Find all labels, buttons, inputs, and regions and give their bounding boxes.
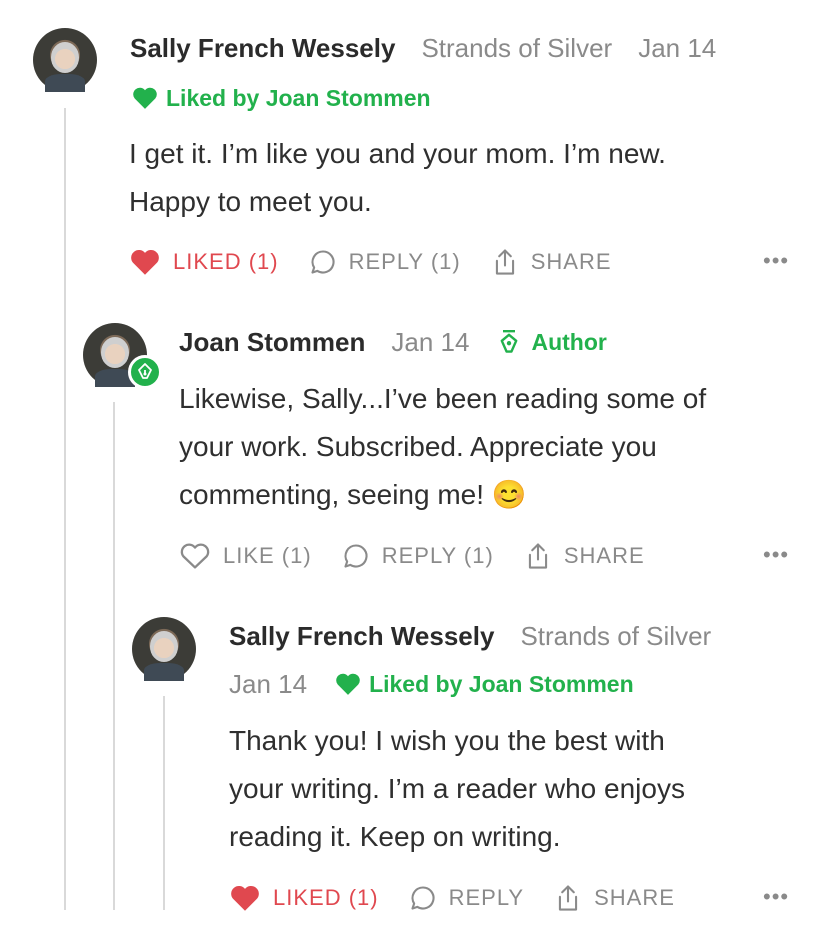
- liked-by-text: Liked by Joan Stommen: [166, 84, 431, 111]
- author-badge: [128, 355, 162, 389]
- avatar[interactable]: [33, 28, 97, 92]
- like-label: LIKED (1): [173, 249, 279, 274]
- comment-text-line: commenting, seeing me! 😊: [179, 479, 527, 510]
- comment-text-line: your work. Subscribed. Appreciate you: [179, 431, 657, 462]
- thread-line-level-2: [113, 402, 115, 910]
- reply-button[interactable]: REPLY: [409, 884, 525, 912]
- share-label: SHARE: [594, 885, 675, 910]
- share-icon: [528, 543, 547, 569]
- heart-icon: [336, 673, 360, 695]
- more-options-button[interactable]: •••: [763, 542, 789, 568]
- comment-text-line: your writing. I’m a reader who enjoys: [229, 773, 685, 804]
- comment-actions: LIKE (1) REPLY (1) SHARE: [179, 538, 645, 574]
- comment-actions: LIKED (1) REPLY SHARE: [229, 880, 675, 916]
- comment-date[interactable]: Jan 14: [638, 33, 716, 64]
- comment-author[interactable]: Sally French Wessely: [229, 621, 494, 652]
- author-tag-label: Author: [531, 328, 607, 355]
- reply-button[interactable]: REPLY (1): [309, 248, 461, 276]
- pen-nib-icon: [138, 363, 152, 379]
- share-label: SHARE: [563, 543, 645, 568]
- heart-icon: [133, 87, 157, 109]
- share-label: SHARE: [530, 249, 612, 274]
- publication-name[interactable]: Strands of Silver: [520, 621, 711, 652]
- comment-author[interactable]: Sally French Wessely: [130, 33, 395, 64]
- comment-actions: LIKED (1) REPLY (1) SHARE: [129, 244, 612, 280]
- liked-by-badge: Liked by Joan Stommen: [132, 84, 431, 112]
- speech-bubble-icon: [344, 544, 368, 568]
- share-button[interactable]: SHARE: [554, 883, 675, 913]
- author-tag: Author: [499, 328, 607, 356]
- heart-outline-icon: [180, 543, 210, 569]
- pen-nib-icon: [501, 330, 518, 353]
- speech-bubble-icon: [311, 250, 335, 274]
- reply-button[interactable]: REPLY (1): [342, 542, 494, 570]
- comment-body: Thank you! I wish you the best with your…: [229, 717, 685, 861]
- share-icon: [558, 885, 578, 911]
- liked-by-text: Liked by Joan Stommen: [369, 670, 634, 697]
- comment-text-line: Likewise, Sally...I’ve been reading some…: [179, 383, 707, 414]
- heart-filled-icon: [231, 885, 259, 911]
- comment-date[interactable]: Jan 14: [229, 669, 307, 700]
- comment-text-line: Thank you! I wish you the best with: [229, 725, 665, 756]
- comment-header: Sally French Wessely Strands of Silver J…: [130, 30, 716, 66]
- comment-body: I get it. I’m like you and your mom. I’m…: [129, 130, 666, 226]
- comment-body: Likewise, Sally...I’ve been reading some…: [179, 375, 706, 519]
- more-options-button[interactable]: •••: [763, 248, 789, 274]
- publication-name[interactable]: Strands of Silver: [421, 33, 612, 64]
- comment-date[interactable]: Jan 14: [391, 327, 469, 358]
- reply-label: REPLY: [448, 885, 525, 910]
- comment-text-line: reading it. Keep on writing.: [229, 821, 561, 852]
- like-button[interactable]: LIKE (1): [179, 542, 312, 570]
- like-button[interactable]: LIKED (1): [129, 248, 279, 276]
- comment-header: Joan Stommen Jan 14 Author: [179, 324, 607, 360]
- share-button[interactable]: SHARE: [524, 541, 645, 571]
- comment-author[interactable]: Joan Stommen: [179, 327, 365, 358]
- comment-header: Sally French Wessely Strands of Silver: [229, 618, 711, 654]
- comment-meta-row: Jan 14 Liked by Joan Stommen: [229, 666, 634, 702]
- share-icon: [495, 249, 514, 275]
- heart-filled-icon: [131, 249, 159, 275]
- reply-label: REPLY (1): [348, 249, 461, 274]
- comment-text-line: Happy to meet you.: [129, 186, 372, 217]
- comment-text-line: I get it. I’m like you and your mom. I’m…: [129, 138, 666, 169]
- thread-line-level-3: [163, 696, 165, 910]
- liked-by-badge: Liked by Joan Stommen: [335, 671, 634, 698]
- like-label: LIKED (1): [273, 885, 379, 910]
- speech-bubble-icon: [411, 886, 435, 910]
- like-button[interactable]: LIKED (1): [229, 884, 379, 912]
- avatar[interactable]: [132, 617, 196, 681]
- thread-line-level-1: [64, 108, 66, 910]
- more-options-button[interactable]: •••: [763, 884, 789, 910]
- share-button[interactable]: SHARE: [491, 247, 612, 277]
- like-label: LIKE (1): [223, 543, 312, 568]
- reply-label: REPLY (1): [381, 543, 494, 568]
